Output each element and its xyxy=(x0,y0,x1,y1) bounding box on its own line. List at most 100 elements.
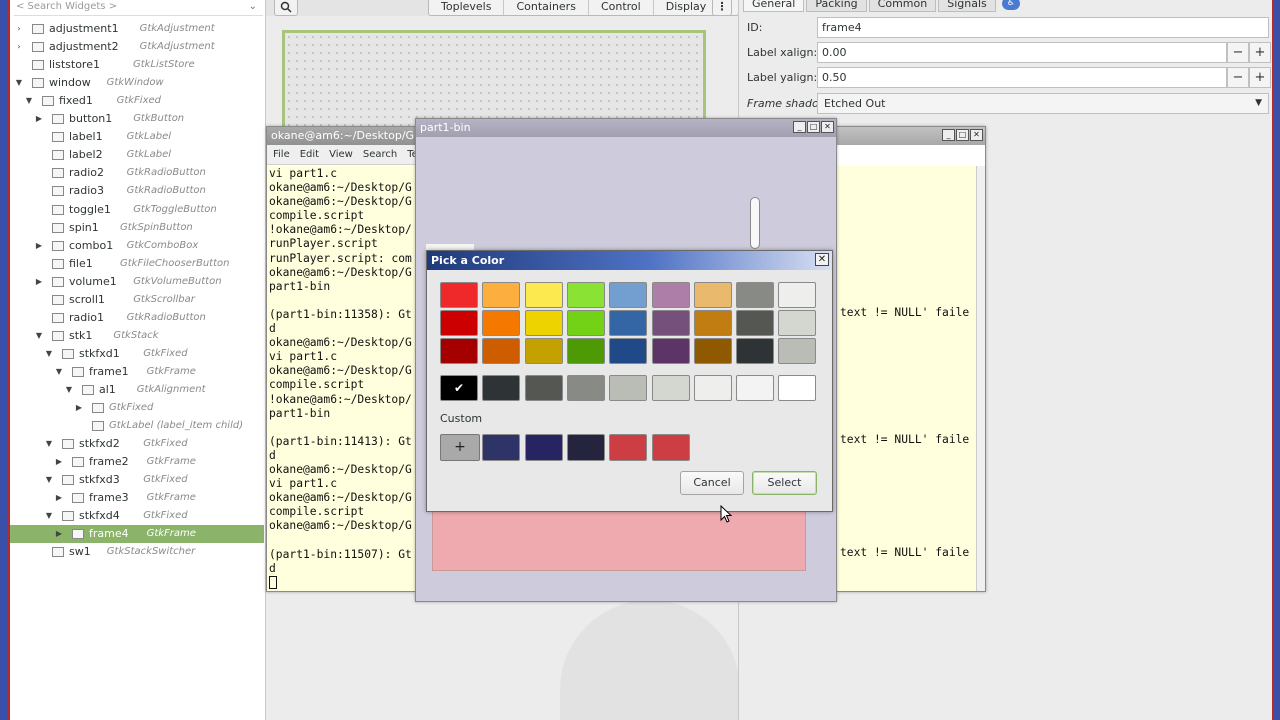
expander-collapsed-icon[interactable]: ▶ xyxy=(54,489,64,507)
yalign-field[interactable]: 0.50 xyxy=(817,67,1227,88)
color-swatch[interactable] xyxy=(693,282,732,308)
tree-item[interactable]: radio2 GtkRadioButton xyxy=(10,164,264,182)
part1-scroll-handle[interactable] xyxy=(750,197,760,249)
accessibility-icon[interactable]: ♿ xyxy=(1001,0,1020,10)
color-dialog-titlebar[interactable]: Pick a Color xyxy=(427,251,832,270)
xalign-increment-button[interactable]: + xyxy=(1249,42,1271,63)
expander-collapsed-icon[interactable]: ▶ xyxy=(34,273,44,291)
expander-expanded-icon[interactable]: ▼ xyxy=(44,345,54,363)
color-swatch[interactable] xyxy=(566,310,605,336)
tab-display[interactable]: Display xyxy=(654,0,720,15)
tree-item[interactable]: › adjustment2 GtkAdjustment xyxy=(10,38,264,56)
color-swatch[interactable] xyxy=(778,282,817,308)
terminal2-scrollbar[interactable] xyxy=(976,166,985,591)
expander-expanded-icon[interactable]: ▼ xyxy=(54,363,64,381)
expander-expanded-icon[interactable]: ▼ xyxy=(44,435,54,453)
color-swatch[interactable] xyxy=(524,282,563,308)
cancel-button[interactable]: Cancel xyxy=(680,471,744,495)
tree-item[interactable]: ▶ combo1 GtkComboBox xyxy=(10,237,264,255)
terminal-menu-view[interactable]: View xyxy=(329,145,353,164)
yalign-decrement-button[interactable]: − xyxy=(1227,67,1249,88)
color-swatch[interactable] xyxy=(693,310,732,336)
tab-signals[interactable]: Signals xyxy=(938,0,996,12)
gray-swatch[interactable]: ✔ xyxy=(440,375,478,401)
add-custom-color-button[interactable]: + xyxy=(440,434,480,461)
gray-swatch[interactable] xyxy=(482,375,521,401)
tree-item[interactable]: ▶ frame2 GtkFrame xyxy=(10,453,264,471)
gray-swatch[interactable] xyxy=(566,375,605,401)
color-swatch[interactable] xyxy=(736,338,775,364)
tree-item[interactable]: label1 GtkLabel xyxy=(10,128,264,146)
color-swatch[interactable] xyxy=(693,338,732,364)
terminal-menu-file[interactable]: File xyxy=(273,145,290,164)
tab-containers[interactable]: Containers xyxy=(504,0,589,15)
custom-color-swatch[interactable] xyxy=(651,434,690,461)
color-swatch[interactable] xyxy=(440,310,478,336)
color-swatch[interactable] xyxy=(482,282,521,308)
color-swatch[interactable] xyxy=(651,282,690,308)
expander-expanded-icon[interactable]: ▼ xyxy=(64,381,74,399)
color-swatch[interactable] xyxy=(609,310,648,336)
expander-expanded-icon[interactable]: ▼ xyxy=(44,471,54,489)
terminal-menu-edit[interactable]: Edit xyxy=(300,145,319,164)
tree-item[interactable]: ▼ window GtkWindow xyxy=(10,74,264,92)
xalign-decrement-button[interactable]: − xyxy=(1227,42,1249,63)
expander-expanded-icon[interactable]: ▼ xyxy=(24,92,34,110)
expander-collapsed-icon[interactable]: › xyxy=(14,38,24,56)
tree-item[interactable]: ▼ stkfxd1 GtkFixed xyxy=(10,345,264,363)
close-icon[interactable]: ✕ xyxy=(821,121,834,133)
tab-common[interactable]: Common xyxy=(868,0,937,12)
gray-swatch[interactable] xyxy=(609,375,648,401)
tree-item[interactable]: toggle1 GtkToggleButton xyxy=(10,201,264,219)
color-swatch[interactable] xyxy=(440,338,478,364)
color-swatch[interactable] xyxy=(651,310,690,336)
terminal2-output[interactable]: text != NULL' faile text != NULL' faile … xyxy=(837,166,977,591)
color-chooser-dialog[interactable]: Pick a Color ✕ ✔ Custom + Cancel Select xyxy=(426,250,833,512)
frame-shadow-combo[interactable]: Etched Out ▼ xyxy=(817,93,1269,114)
tree-item[interactable]: ▶ frame3 GtkFrame xyxy=(10,489,264,507)
expander-collapsed-icon[interactable]: › xyxy=(14,20,24,38)
tab-control[interactable]: Control xyxy=(589,0,654,15)
maximize-icon[interactable]: □ xyxy=(807,121,820,133)
expander-collapsed-icon[interactable]: ▶ xyxy=(54,453,64,471)
terminal-titlebar[interactable]: okane@am6:~/Desktop/Gla xyxy=(267,127,415,145)
tree-item[interactable]: ▶ frame4 GtkFrame xyxy=(10,525,264,544)
terminal-window-2[interactable]: _ □ ✕ text != NULL' faile text != NULL' … xyxy=(836,126,986,592)
color-swatch[interactable] xyxy=(524,310,563,336)
terminal-output[interactable]: vi part1.c okane@am6:~/Desktop/G okane@a… xyxy=(267,166,415,591)
expander-expanded-icon[interactable]: ▼ xyxy=(14,74,24,92)
tree-item[interactable]: ▼ frame1 GtkFrame xyxy=(10,363,264,381)
tree-item[interactable]: ▶ volume1 GtkVolumeButton xyxy=(10,273,264,291)
tree-item[interactable]: ▼ fixed1 GtkFixed xyxy=(10,92,264,110)
tab-toplevels[interactable]: Toplevels xyxy=(429,0,505,15)
id-field[interactable]: frame4 xyxy=(817,17,1269,38)
terminal2-titlebar[interactable]: _ □ ✕ xyxy=(837,127,985,145)
gray-swatch[interactable] xyxy=(651,375,690,401)
minimize-icon[interactable]: _ xyxy=(793,121,806,133)
color-swatch[interactable] xyxy=(482,310,521,336)
minimize-icon[interactable]: _ xyxy=(942,129,955,141)
tree-item[interactable]: ▼ al1 GtkAlignment xyxy=(10,381,264,399)
tab-packing[interactable]: Packing xyxy=(806,0,867,12)
tree-item[interactable]: spin1 GtkSpinButton xyxy=(10,219,264,237)
tab-general[interactable]: General xyxy=(743,0,805,12)
expander-expanded-icon[interactable]: ▼ xyxy=(34,327,44,345)
expander-collapsed-icon[interactable]: ▶ xyxy=(74,399,84,417)
custom-color-swatch[interactable] xyxy=(609,434,648,461)
tree-item[interactable]: radio1 GtkRadioButton xyxy=(10,309,264,327)
search-options-icon[interactable]: ⌄ xyxy=(249,0,257,14)
yalign-increment-button[interactable]: + xyxy=(1249,67,1271,88)
custom-color-swatch[interactable] xyxy=(566,434,605,461)
expander-collapsed-icon[interactable]: ▶ xyxy=(34,237,44,255)
select-button[interactable]: Select xyxy=(752,471,817,495)
tree-item[interactable]: label2 GtkLabel xyxy=(10,146,264,164)
tree-item[interactable]: GtkLabel (label_item child) xyxy=(10,417,264,435)
part1-titlebar[interactable]: part1-bin _ □ ✕ xyxy=(416,119,836,137)
tree-item[interactable]: radio3 GtkRadioButton xyxy=(10,182,264,200)
color-swatch[interactable] xyxy=(736,282,775,308)
color-swatch[interactable] xyxy=(524,338,563,364)
color-swatch[interactable] xyxy=(778,338,817,364)
terminal-window[interactable]: okane@am6:~/Desktop/Gla File Edit View S… xyxy=(266,126,422,592)
tree-item[interactable]: ▶ button1 GtkButton xyxy=(10,110,264,128)
maximize-icon[interactable]: □ xyxy=(956,129,969,141)
